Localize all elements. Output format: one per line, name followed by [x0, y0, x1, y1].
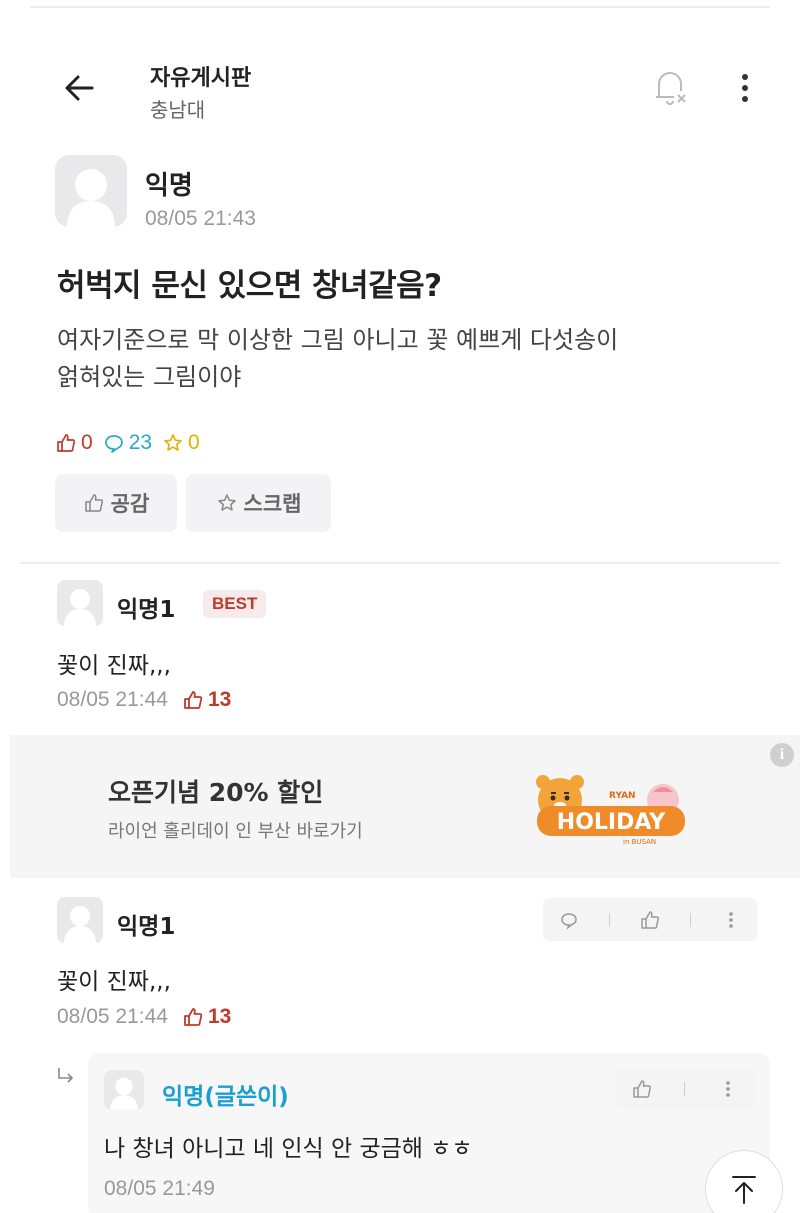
ad-logo-tiny-text: in BUSAN — [623, 838, 656, 846]
reply-like-icon[interactable] — [631, 1078, 653, 1100]
best-comment-author: 익명1 — [117, 597, 176, 623]
back-arrow-icon[interactable] — [60, 68, 100, 108]
best-comment-date: 08/05 21:44 — [57, 688, 168, 711]
thumbs-up-icon — [184, 1008, 203, 1026]
ad-subtitle: 라이언 홀리데이 인 부산 바로가기 — [108, 821, 363, 842]
ad-logo-small-text: RYAN — [609, 791, 636, 801]
best-comment-text: 꽃이 진짜,,, — [57, 653, 171, 679]
reply-comment-icon[interactable] — [558, 909, 580, 931]
comment-action-bar — [543, 898, 757, 941]
best-badge: BEST — [203, 590, 267, 618]
comment-count: 23 — [103, 431, 152, 455]
separator — [690, 912, 692, 927]
comment-likes: 13 — [182, 1005, 231, 1029]
ryan-holiday-logo: HOLIDAY RYAN in BUSAN — [525, 768, 700, 848]
comment-avatar — [57, 580, 103, 626]
scrap-button-label: 스크랩 — [243, 492, 302, 516]
reply-box: 익명(글쓴이) 나 창녀 아니고 네 인식 안 궁금해 ㅎㅎ 08/05 21:… — [88, 1053, 770, 1213]
like-count-value: 0 — [81, 431, 93, 454]
post-body-line: 여자기준으로 막 이상한 그림 아니고 꽃 예쁘게 다섯송이 — [57, 326, 619, 354]
best-comment-like-count: 13 — [207, 688, 232, 711]
reply-arrow-icon — [55, 1065, 77, 1087]
comment-date: 08/05 21:44 — [57, 1005, 168, 1028]
scrap-count: 0 — [162, 431, 200, 455]
post-body-line: 얽혀있는 그림이야 — [57, 363, 242, 391]
scrap-button[interactable]: 스크랩 — [186, 474, 331, 532]
section-divider — [20, 562, 780, 564]
comment-more-icon[interactable] — [720, 909, 742, 931]
post-author-avatar — [55, 155, 127, 227]
ad-info-icon[interactable]: i — [770, 743, 794, 767]
separator — [684, 1082, 686, 1096]
notification-off-icon[interactable] — [650, 65, 690, 109]
reply-author: 익명(글쓴이) — [162, 1084, 289, 1110]
scrap-count-value: 0 — [188, 431, 200, 454]
best-comment-likes: 13 — [182, 688, 231, 712]
star-icon — [217, 494, 236, 511]
comment-like-count: 13 — [207, 1005, 232, 1028]
reply-text: 나 창녀 아니고 네 인식 안 궁금해 ㅎㅎ — [104, 1136, 473, 1162]
thumbs-up-icon — [57, 434, 76, 452]
comment-text: 꽃이 진짜,,, — [57, 969, 171, 995]
thumbs-up-icon — [184, 691, 203, 709]
post-title: 허벅지 문신 있으면 창녀같음? — [57, 268, 442, 304]
reply-more-icon[interactable] — [717, 1078, 739, 1100]
scroll-to-top-button[interactable] — [705, 1150, 783, 1213]
post-date: 08/05 21:43 — [145, 207, 256, 230]
ad-logo-text: HOLIDAY — [557, 810, 667, 835]
comment-count-value: 23 — [128, 431, 153, 454]
comment-author: 익명1 — [117, 914, 176, 940]
comment-like-icon[interactable] — [639, 909, 661, 931]
like-button-label: 공감 — [110, 492, 150, 516]
star-icon — [164, 434, 182, 451]
more-options-icon[interactable] — [735, 68, 755, 108]
reply-avatar — [104, 1070, 144, 1110]
comment-icon — [104, 435, 123, 453]
reply-date: 08/05 21:49 — [104, 1177, 215, 1200]
ad-title: 오픈기념 20% 할인 — [108, 778, 324, 807]
thumbs-up-icon — [84, 494, 103, 512]
top-divider — [30, 6, 770, 8]
like-button[interactable]: 공감 — [55, 474, 177, 532]
comment-avatar — [57, 897, 103, 943]
ad-banner[interactable]: 오픈기념 20% 할인 라이언 홀리데이 인 부산 바로가기 i HOLIDAY… — [10, 735, 800, 878]
post-body: 여자기준으로 막 이상한 그림 아니고 꽃 예쁘게 다섯송이 얽혀있는 그림이야 — [57, 322, 757, 396]
best-comment-meta: 08/05 21:44 13 — [57, 688, 231, 712]
like-count: 0 — [55, 431, 93, 455]
comment-meta: 08/05 21:44 13 — [57, 1005, 231, 1029]
arrow-up-icon — [732, 1176, 756, 1204]
separator — [608, 912, 610, 927]
board-school: 충남대 — [150, 98, 206, 122]
post-stats: 0 23 0 — [55, 428, 210, 458]
board-title: 자유게시판 — [150, 66, 252, 91]
reply-action-bar — [615, 1069, 755, 1109]
app-header: 자유게시판 충남대 — [0, 50, 800, 130]
post-author-name: 익명 — [145, 171, 193, 201]
